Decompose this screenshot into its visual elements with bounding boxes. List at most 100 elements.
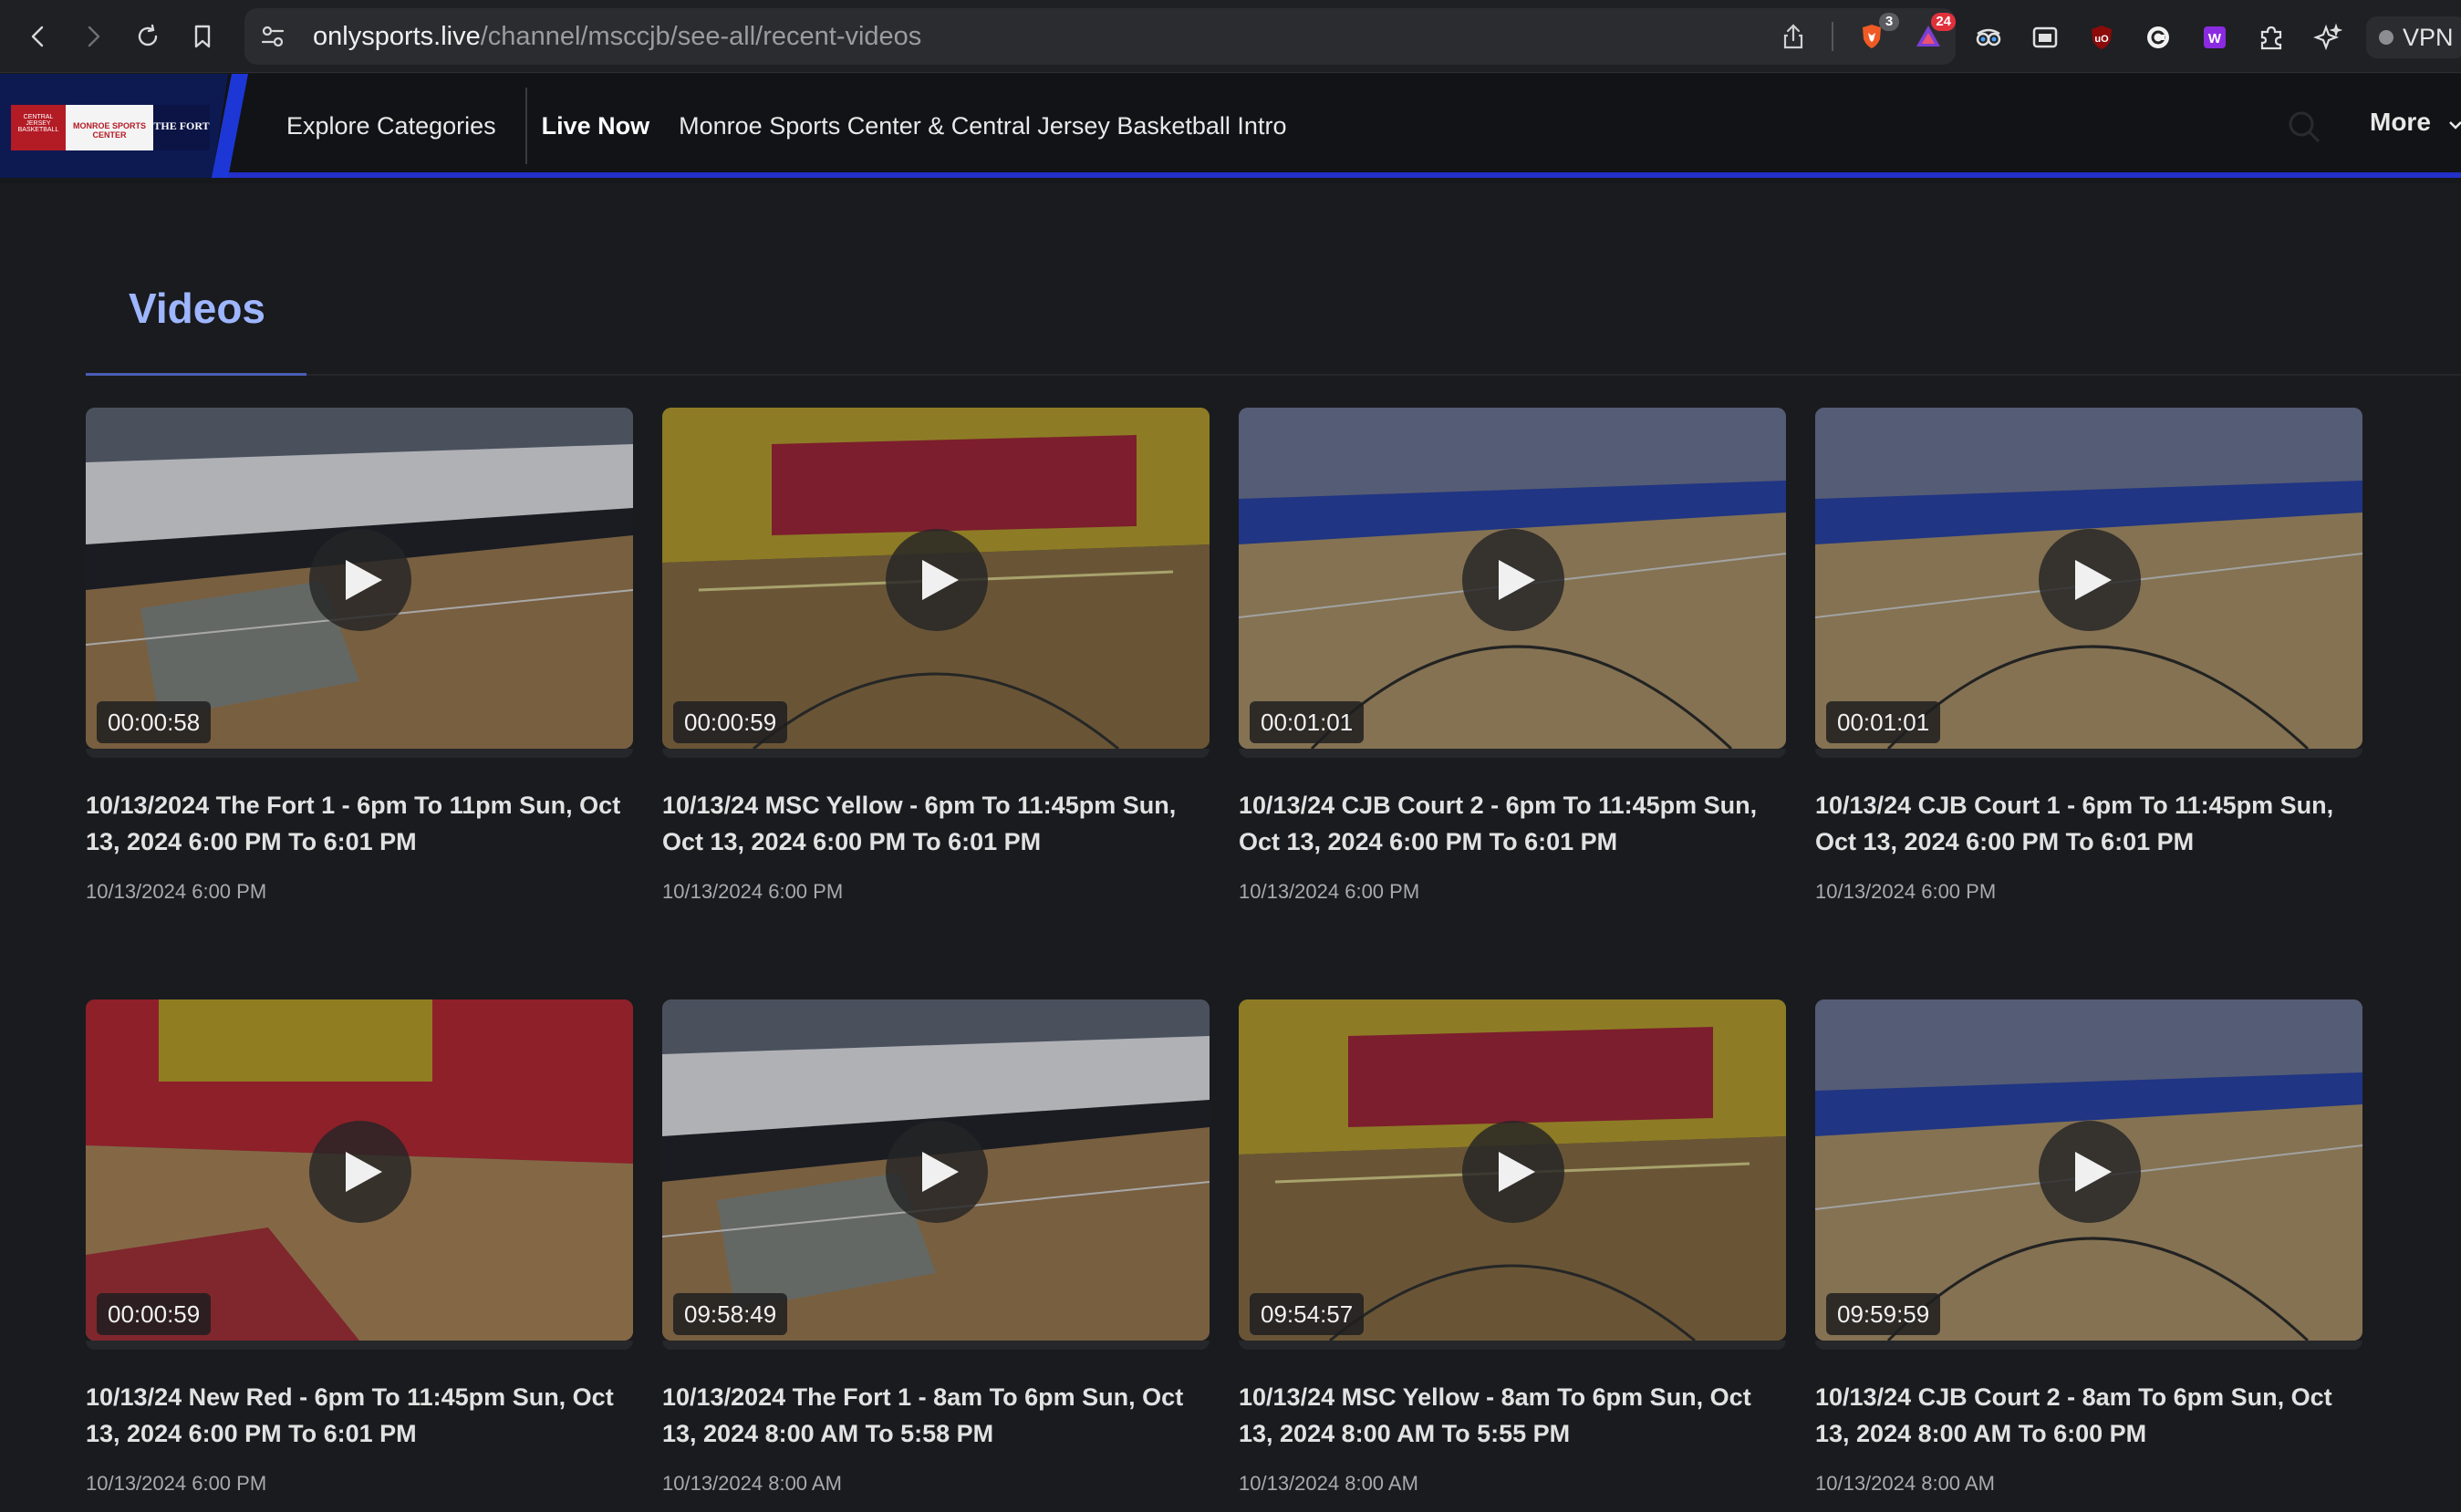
video-duration: 00:00:59 [673,701,788,743]
video-thumbnail[interactable]: 00:00:59 [662,408,1210,749]
video-duration: 09:54:57 [1250,1293,1365,1335]
play-icon [1499,1152,1535,1192]
reload-icon [138,24,158,47]
section-title: Videos [129,285,265,332]
section-divider [86,374,2461,376]
alert-badge: 24 [1931,13,1956,31]
play-icon [1499,560,1535,600]
share-icon [1783,24,1803,49]
search-icon[interactable] [2284,107,2324,147]
video-duration: 00:01:01 [1250,701,1365,743]
url-path: /channel/msccjb/see-all/recent-videos [480,22,922,51]
play-button[interactable] [886,529,988,631]
ublock-button[interactable]: uO [2083,19,2120,56]
thumbnail-shadow [1815,1341,2362,1350]
toolbar-separator [1832,22,1833,51]
video-title[interactable]: 10/13/2024 The Fort 1 - 8am To 6pm Sun, … [662,1379,1213,1452]
video-title[interactable]: 10/13/24 New Red - 6pm To 11:45pm Sun, O… [86,1379,637,1452]
play-icon [2075,560,2112,600]
video-duration: 09:58:49 [673,1293,788,1335]
svg-text:uO: uO [2094,34,2109,45]
thumbnail-shadow [1239,1341,1786,1350]
video-date: 10/13/2024 8:00 AM [1815,1472,1995,1495]
video-title[interactable]: 10/13/24 MSC Yellow - 6pm To 11:45pm Sun… [662,787,1213,860]
video-date: 10/13/2024 6:00 PM [1815,880,1997,903]
svg-text:W: W [2208,31,2222,47]
site-logo[interactable]: CENTRAL JERSEY BASKETBALL MONROE SPORTS … [11,105,210,150]
ext-glasses-button[interactable] [1970,19,2007,56]
play-button[interactable] [886,1121,988,1223]
vpn-button[interactable]: VPN [2366,16,2461,58]
ext-window-button[interactable] [2027,19,2063,56]
thumbnail-shadow [1815,749,2362,758]
nav-live-now[interactable]: Live Now [542,112,650,140]
video-thumbnail[interactable]: 00:00:58 [86,408,633,749]
video-date: 10/13/2024 8:00 AM [1239,1472,1418,1495]
video-thumbnail[interactable]: 09:58:49 [662,999,1210,1341]
video-thumbnail[interactable]: 00:00:59 [86,999,633,1341]
video-title[interactable]: 10/13/2024 The Fort 1 - 6pm To 11pm Sun,… [86,787,637,860]
play-icon [922,560,959,600]
play-button[interactable] [309,529,411,631]
video-date: 10/13/2024 6:00 PM [1239,880,1420,903]
video-duration: 00:01:01 [1826,701,1941,743]
extensions-puzzle-icon [2260,26,2282,50]
url-text[interactable]: onlysports.live/channel/msccjb/see-all/r… [313,21,921,52]
play-icon [346,560,382,600]
logo-msc: MONROE SPORTS CENTER [66,105,153,150]
video-thumbnail[interactable]: 09:59:59 [1815,999,2362,1341]
video-title[interactable]: 10/13/24 CJB Court 1 - 6pm To 11:45pm Su… [1815,787,2366,860]
url-domain: onlysports.live [313,22,481,51]
video-date: 10/13/2024 6:00 PM [86,1472,267,1495]
video-thumbnail[interactable]: 09:54:57 [1239,999,1786,1341]
site-nav: Explore Categories Live Now Monroe Sport… [286,74,1286,178]
video-thumbnail[interactable]: 00:01:01 [1815,408,2362,749]
address-bar[interactable]: onlysports.live/channel/msccjb/see-all/r… [244,8,1956,65]
brave-shields-badge: 3 [1879,13,1899,31]
play-button[interactable] [2039,1121,2141,1223]
nav-channel-intro[interactable]: Monroe Sports Center & Central Jersey Ba… [679,112,1286,140]
ublock-icon: uO [2092,26,2112,49]
bookmark-icon [194,25,211,48]
logo-fort: THE FORT [153,105,210,150]
brave-shields-button[interactable]: 3 [1854,13,1899,55]
back-icon [31,26,44,47]
video-duration: 00:00:58 [97,701,212,743]
back-button[interactable] [18,16,58,57]
play-button[interactable] [309,1121,411,1223]
leo-ai-button[interactable] [2310,19,2346,56]
video-title[interactable]: 10/13/24 MSC Yellow - 8am To 6pm Sun, Oc… [1239,1379,1790,1452]
video-title[interactable]: 10/13/24 CJB Court 2 - 6pm To 11:45pm Su… [1239,787,1790,860]
play-icon [922,1152,959,1192]
ext-window-icon [2032,26,2058,48]
extensions-button[interactable] [2253,19,2290,56]
logo-cjb: CENTRAL JERSEY BASKETBALL [11,105,66,150]
nav-explore-categories[interactable]: Explore Categories [286,112,496,140]
play-button[interactable] [1462,1121,1564,1223]
ext-c-icon [2147,26,2169,48]
browser-toolbar: onlysports.live/channel/msccjb/see-all/r… [0,0,2461,73]
play-icon [346,1152,382,1192]
reload-button[interactable] [128,16,168,57]
video-duration: 09:59:59 [1826,1293,1941,1335]
ext-glasses-icon [1976,28,2001,47]
section-tab-underline [86,373,306,376]
play-icon [2075,1152,2112,1192]
play-button[interactable] [1462,529,1564,631]
play-button[interactable] [2039,529,2141,631]
site-settings-icon[interactable] [259,23,286,50]
brave-rewards-button[interactable]: 24 [1910,13,1956,55]
ext-w-button[interactable]: W [2196,19,2233,56]
nav-more[interactable]: More [2370,108,2431,137]
video-duration: 00:00:59 [97,1293,212,1335]
vpn-status-icon [2379,30,2394,45]
bookmark-button[interactable] [182,16,223,57]
video-title[interactable]: 10/13/24 CJB Court 2 - 8am To 6pm Sun, O… [1815,1379,2366,1452]
ext-c-button[interactable] [2140,19,2176,56]
video-thumbnail[interactable]: 00:01:01 [1239,408,1786,749]
forward-button[interactable] [73,16,113,57]
chevron-down-icon[interactable] [2448,118,2461,132]
thumbnail-shadow [662,749,1210,758]
share-button[interactable] [1775,18,1812,55]
forward-icon [88,26,100,47]
